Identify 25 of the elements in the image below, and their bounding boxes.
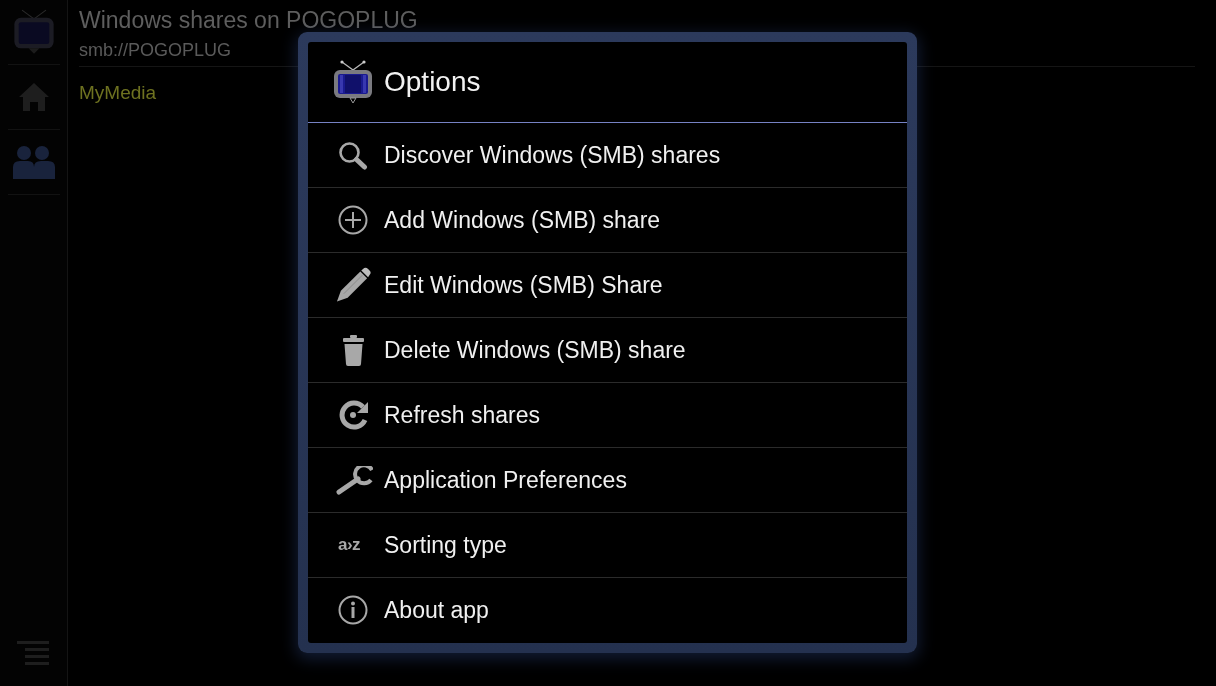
menu-item[interactable]: About app	[308, 578, 907, 642]
menu-icon[interactable]	[17, 641, 50, 666]
menu-item[interactable]: Delete Windows (SMB) share	[308, 318, 907, 383]
path-subtitle: smb://POGOPLUG	[79, 39, 232, 61]
share-item[interactable]: MyMedia	[79, 81, 157, 105]
sort-icon: a›z	[338, 535, 361, 555]
plus-circle-icon	[338, 205, 368, 235]
trash-icon	[343, 334, 364, 366]
info-icon	[338, 595, 368, 625]
search-icon	[338, 140, 368, 170]
tv-icon	[333, 60, 373, 104]
refresh-icon	[339, 400, 369, 430]
menu-item[interactable]: Refresh shares	[308, 383, 907, 448]
menu-item[interactable]: Application Preferences	[308, 448, 907, 513]
people-icon[interactable]	[12, 145, 55, 179]
menu-item[interactable]: Edit Windows (SMB) Share	[308, 253, 907, 318]
tv-icon[interactable]	[11, 8, 56, 56]
dialog-title: Options	[384, 65, 481, 99]
menu-item[interactable]: Add Windows (SMB) share	[308, 188, 907, 253]
page-title: Windows shares on POGOPLUG	[79, 8, 418, 32]
home-icon[interactable]	[17, 82, 50, 112]
menu-item[interactable]: Discover Windows (SMB) shares	[308, 123, 907, 188]
wrench-icon	[336, 465, 373, 495]
pencil-icon	[336, 267, 371, 303]
menu-item[interactable]: a›z Sorting type	[308, 513, 907, 578]
